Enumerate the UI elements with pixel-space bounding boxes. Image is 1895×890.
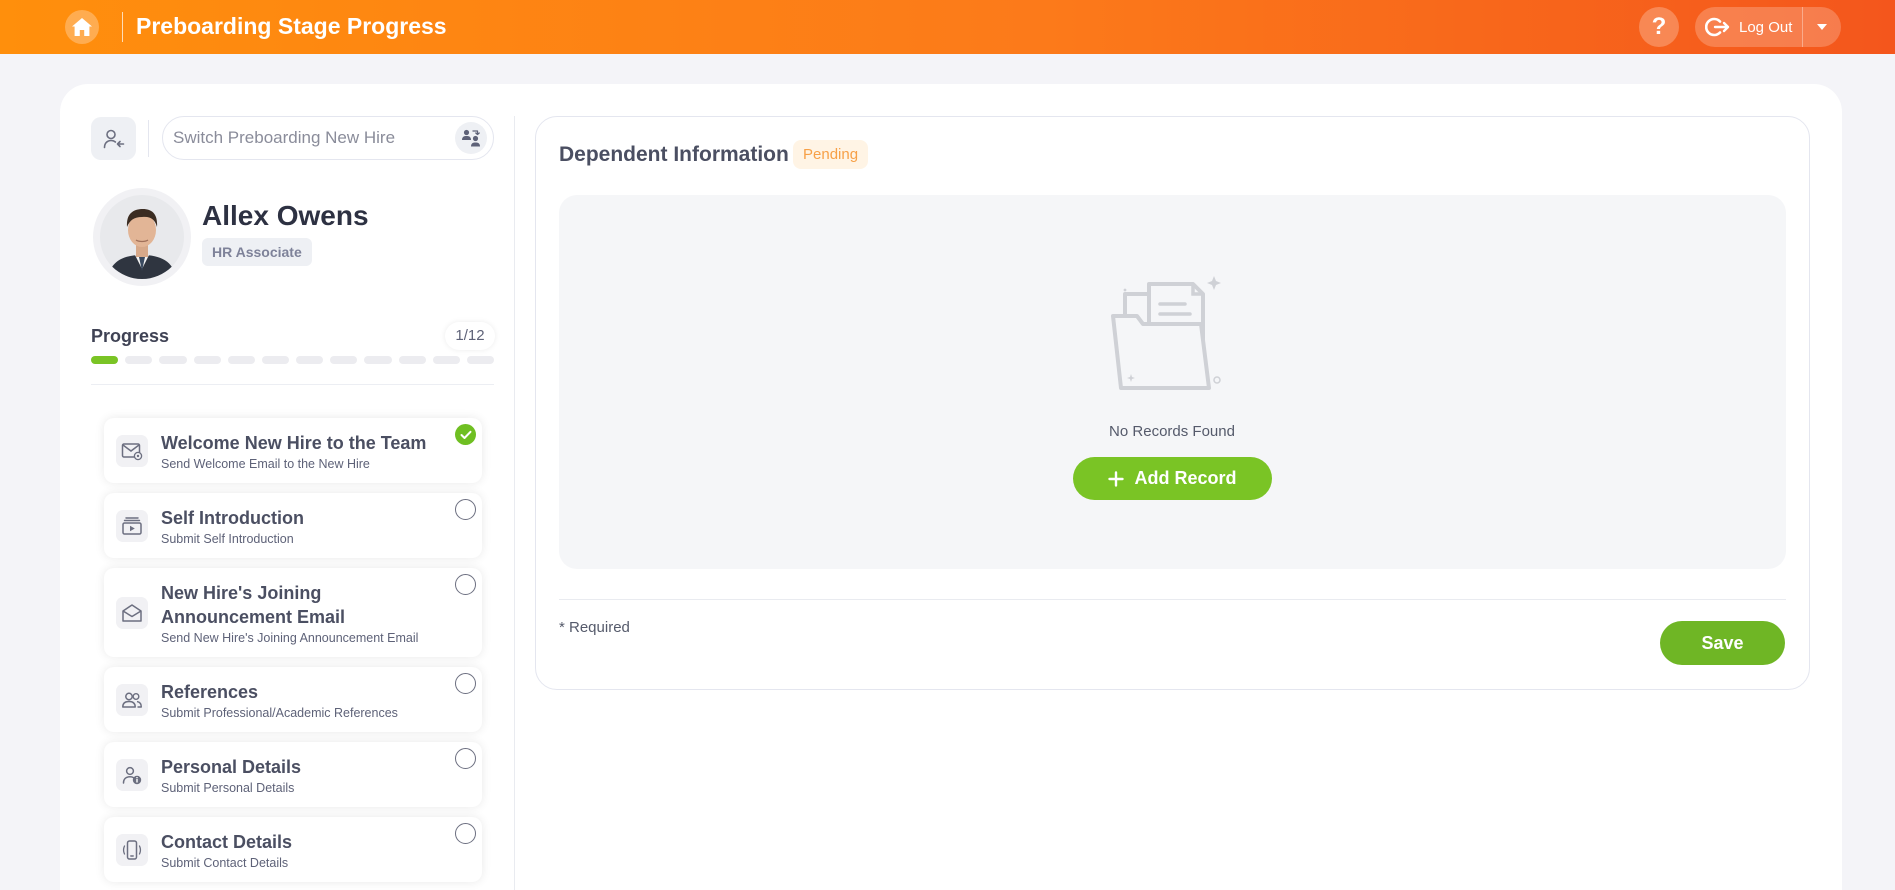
progress-count: 1/12 xyxy=(445,322,495,350)
stage-subtitle: Send Welcome Email to the New Hire xyxy=(161,457,370,471)
stage-status-radio xyxy=(455,673,476,694)
stage-status-radio xyxy=(455,574,476,595)
home-button[interactable] xyxy=(65,10,99,44)
plus-icon xyxy=(1108,470,1125,487)
progress-segment xyxy=(398,356,426,364)
phone-icon xyxy=(116,833,148,866)
stage-title: Personal Details xyxy=(161,757,302,777)
person-portrait xyxy=(100,195,184,279)
add-record-button[interactable]: Add Record xyxy=(1073,457,1272,500)
progress-segment xyxy=(296,356,324,364)
progress-segment xyxy=(159,356,187,364)
logout-group: Log Out xyxy=(1695,7,1841,47)
stage-subtitle: Submit Personal Details xyxy=(161,781,295,795)
progress-segment xyxy=(364,356,392,364)
stage-subtitle: Submit Professional/Academic References xyxy=(161,706,398,720)
progress-segment xyxy=(227,356,255,364)
empty-folder-icon xyxy=(1105,276,1225,401)
question-icon: ? xyxy=(1651,13,1667,40)
account-menu-toggle[interactable] xyxy=(1803,7,1841,47)
stage-title: Self Introduction xyxy=(161,508,304,528)
stage-title: References xyxy=(161,682,259,702)
progress-segment xyxy=(330,356,358,364)
logout-button[interactable]: Log Out xyxy=(1695,7,1803,47)
stage-title: Welcome New Hire to the Team xyxy=(161,433,427,453)
stage-item-self-introduction[interactable]: Self Introduction Submit Self Introducti… xyxy=(104,493,482,558)
page-title: Preboarding Stage Progress xyxy=(136,13,447,39)
role-badge: HR Associate xyxy=(202,238,312,266)
progress-segment xyxy=(125,356,153,364)
empty-state-text: No Records Found xyxy=(1109,423,1235,440)
progress-segment xyxy=(261,356,290,364)
footer-divider xyxy=(559,599,1786,600)
top-header: Preboarding Stage Progress ? Log Out xyxy=(0,0,1895,54)
email-at-icon xyxy=(116,434,148,467)
progress-segment xyxy=(193,356,221,364)
stage-item-references[interactable]: References Submit Professional/Academic … xyxy=(104,667,482,732)
stage-item-personal-details[interactable]: Personal Details Submit Personal Details xyxy=(104,742,482,807)
caret-down-icon xyxy=(1817,24,1827,30)
avatar-frame xyxy=(93,188,191,286)
stage-status-radio xyxy=(455,499,476,520)
switch-hire-input[interactable] xyxy=(173,117,443,159)
add-record-label: Add Record xyxy=(1134,468,1237,488)
header-divider xyxy=(122,12,123,42)
stage-item-contact-details[interactable]: Contact Details Submit Contact Details xyxy=(104,817,482,882)
stage-subtitle: Submit Contact Details xyxy=(161,856,289,870)
progress-segment xyxy=(432,356,460,364)
stage-item-welcome[interactable]: Welcome New Hire to the Team Send Welcom… xyxy=(104,418,482,483)
section-title: Dependent Information xyxy=(559,143,789,166)
user-switch-icon xyxy=(103,129,124,148)
logout-label: Log Out xyxy=(1739,18,1793,36)
progress-divider xyxy=(91,384,494,385)
users-switch-icon xyxy=(462,129,480,147)
stage-title: Contact Details xyxy=(161,832,293,852)
stage-status-radio xyxy=(455,823,476,844)
switch-hire-button[interactable] xyxy=(91,117,136,160)
switch-users-button[interactable] xyxy=(455,122,487,154)
progress-label: Progress xyxy=(91,326,170,346)
save-button[interactable]: Save xyxy=(1660,621,1785,665)
hire-name: Allex Owens xyxy=(202,200,369,231)
avatar xyxy=(100,195,184,279)
switch-hire-search xyxy=(162,116,494,160)
home-icon xyxy=(72,18,92,36)
users-icon xyxy=(116,683,148,716)
completed-check-icon xyxy=(455,424,476,445)
progress-segment xyxy=(466,356,495,364)
status-badge: Pending xyxy=(793,140,869,169)
logout-icon xyxy=(1705,17,1730,37)
envelope-open-icon xyxy=(116,596,148,629)
stage-subtitle: Send New Hire's Joining Announcement Ema… xyxy=(161,631,419,645)
help-button[interactable]: ? xyxy=(1639,7,1679,47)
stage-title: New Hire's Joining Announcement Email xyxy=(161,583,346,627)
progress-bar xyxy=(91,356,495,364)
video-stack-icon xyxy=(116,509,148,542)
user-info-icon xyxy=(116,758,148,791)
stage-item-joining-announcement[interactable]: New Hire's Joining Announcement Email Se… xyxy=(104,568,482,657)
required-note: * Required xyxy=(559,619,630,636)
stage-status-radio xyxy=(455,748,476,769)
stage-list: Welcome New Hire to the Team Send Welcom… xyxy=(104,418,482,890)
progress-segment-complete xyxy=(91,356,119,364)
stage-subtitle: Submit Self Introduction xyxy=(161,532,294,546)
search-divider xyxy=(148,120,149,157)
panel-divider xyxy=(514,116,515,890)
